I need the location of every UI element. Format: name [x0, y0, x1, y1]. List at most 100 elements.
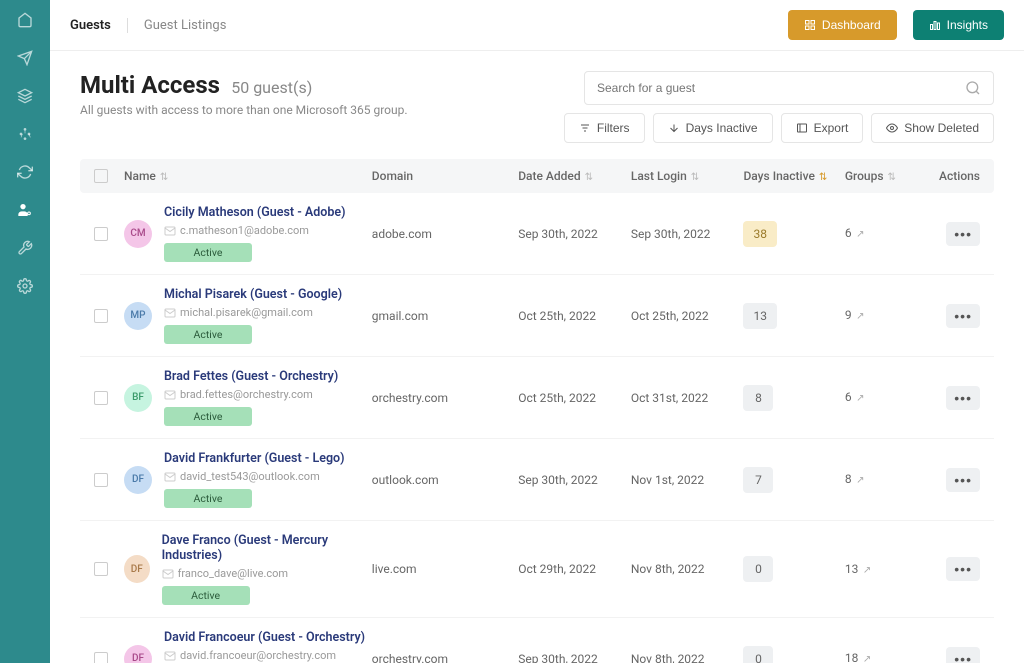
- breadcrumb-guests[interactable]: Guests: [70, 18, 111, 33]
- groups-link[interactable]: 8 ↗: [845, 472, 865, 486]
- date-added-cell: Sep 30th, 2022: [518, 227, 631, 241]
- tools-icon[interactable]: [15, 238, 35, 258]
- show-deleted-button[interactable]: Show Deleted: [871, 113, 994, 143]
- guest-name-link[interactable]: Michal Pisarek (Guest - Google): [164, 287, 342, 302]
- row-actions-button[interactable]: •••: [946, 468, 980, 492]
- avatar: CM: [124, 220, 152, 248]
- search-box[interactable]: [584, 71, 994, 105]
- status-badge: Active: [164, 489, 252, 508]
- row-actions-button[interactable]: •••: [946, 647, 980, 663]
- row-checkbox[interactable]: [94, 562, 108, 576]
- guest-count: 50 guest(s): [231, 78, 312, 97]
- guest-email: c.matheson1@adobe.com: [164, 224, 345, 237]
- column-date-added[interactable]: Date Added⇅: [518, 169, 631, 183]
- guest-email: brad.fettes@orchestry.com: [164, 388, 338, 401]
- send-icon[interactable]: [15, 48, 35, 68]
- guests-icon[interactable]: [15, 200, 35, 220]
- guest-name-link[interactable]: David Frankfurter (Guest - Lego): [164, 451, 345, 466]
- days-badge: 7: [743, 467, 773, 493]
- guest-email: david.francoeur@orchestry.com: [164, 649, 365, 662]
- page-title: Multi Access: [80, 71, 220, 99]
- table-row: DF David Francoeur (Guest - Orchestry) d…: [80, 618, 994, 663]
- groups-link[interactable]: 6 ↗: [845, 390, 865, 404]
- row-checkbox[interactable]: [94, 227, 108, 241]
- guest-name-link[interactable]: Cicily Matheson (Guest - Adobe): [164, 205, 345, 220]
- dashboard-button[interactable]: Dashboard: [788, 10, 897, 40]
- domain-cell: orchestry.com: [372, 391, 518, 405]
- domain-cell: orchestry.com: [372, 652, 518, 663]
- page-subtitle: All guests with access to more than one …: [80, 103, 408, 117]
- status-badge: Active: [164, 407, 252, 426]
- date-added-cell: Oct 25th, 2022: [518, 391, 631, 405]
- table-row: BF Brad Fettes (Guest - Orchestry) brad.…: [80, 357, 994, 439]
- date-added-cell: Sep 30th, 2022: [518, 652, 631, 663]
- layers-icon[interactable]: [15, 86, 35, 106]
- groups-link[interactable]: 6 ↗: [845, 226, 865, 240]
- groups-link[interactable]: 18 ↗: [845, 651, 871, 663]
- export-icon: [796, 122, 808, 134]
- guest-email: franco_dave@live.com: [162, 567, 372, 580]
- guest-email: michal.pisarek@gmail.com: [164, 306, 342, 319]
- arrow-down-icon: [668, 122, 680, 134]
- table-header: Name⇅ Domain Date Added⇅ Last Login⇅ Day…: [80, 159, 994, 193]
- last-login-cell: Oct 31st, 2022: [631, 391, 744, 405]
- days-badge: 0: [743, 646, 773, 663]
- row-actions-button[interactable]: •••: [946, 386, 980, 410]
- export-button[interactable]: Export: [781, 113, 864, 143]
- last-login-cell: Nov 8th, 2022: [631, 562, 744, 576]
- status-badge: Active: [164, 325, 252, 344]
- column-days-inactive[interactable]: Days Inactive⇅: [743, 169, 844, 183]
- row-checkbox[interactable]: [94, 652, 108, 663]
- insights-button[interactable]: Insights: [913, 10, 1004, 40]
- domain-cell: gmail.com: [372, 309, 518, 323]
- last-login-cell: Nov 1st, 2022: [631, 473, 744, 487]
- column-domain[interactable]: Domain: [372, 169, 518, 183]
- external-link-icon: ↗: [854, 475, 865, 486]
- column-last-login[interactable]: Last Login⇅: [631, 169, 744, 183]
- eye-icon: [886, 122, 898, 134]
- row-actions-button[interactable]: •••: [946, 304, 980, 328]
- avatar: DF: [124, 555, 150, 583]
- row-actions-button[interactable]: •••: [946, 222, 980, 246]
- select-all-checkbox[interactable]: [94, 169, 108, 183]
- dashboard-icon: [804, 19, 816, 31]
- days-inactive-button[interactable]: Days Inactive: [653, 113, 773, 143]
- row-actions-button[interactable]: •••: [946, 557, 980, 581]
- domain-cell: live.com: [372, 562, 518, 576]
- domain-cell: adobe.com: [372, 227, 518, 241]
- groups-link[interactable]: 13 ↗: [845, 562, 871, 576]
- gear-icon[interactable]: [15, 276, 35, 296]
- date-added-cell: Sep 30th, 2022: [518, 473, 631, 487]
- breadcrumb-listings[interactable]: Guest Listings: [127, 18, 227, 33]
- column-name[interactable]: Name⇅: [124, 169, 372, 183]
- org-icon[interactable]: [15, 124, 35, 144]
- external-link-icon: ↗: [854, 229, 865, 240]
- last-login-cell: Oct 25th, 2022: [631, 309, 744, 323]
- avatar: BF: [124, 384, 152, 412]
- mail-icon: [164, 389, 176, 401]
- days-badge: 8: [743, 385, 773, 411]
- avatar: DF: [124, 645, 152, 663]
- table-row: DF Dave Franco (Guest - Mercury Industri…: [80, 521, 994, 618]
- filters-button[interactable]: Filters: [564, 113, 645, 143]
- date-added-cell: Oct 29th, 2022: [518, 562, 631, 576]
- guest-name-link[interactable]: David Francoeur (Guest - Orchestry): [164, 630, 365, 645]
- row-checkbox[interactable]: [94, 391, 108, 405]
- row-checkbox[interactable]: [94, 309, 108, 323]
- refresh-icon[interactable]: [15, 162, 35, 182]
- mail-icon: [164, 225, 176, 237]
- guest-name-link[interactable]: Brad Fettes (Guest - Orchestry): [164, 369, 338, 384]
- table-row: DF David Frankfurter (Guest - Lego) davi…: [80, 439, 994, 521]
- domain-cell: outlook.com: [372, 473, 518, 487]
- column-groups[interactable]: Groups⇅: [845, 169, 924, 183]
- guest-email: david_test543@outlook.com: [164, 470, 345, 483]
- home-icon[interactable]: [15, 10, 35, 30]
- groups-link[interactable]: 9 ↗: [845, 308, 865, 322]
- external-link-icon: ↗: [860, 565, 871, 576]
- column-actions: Actions: [924, 169, 980, 183]
- search-input[interactable]: [597, 81, 957, 95]
- row-checkbox[interactable]: [94, 473, 108, 487]
- topbar: Guests Guest Listings Dashboard Insights: [50, 0, 1024, 51]
- guest-name-link[interactable]: Dave Franco (Guest - Mercury Industries): [162, 533, 372, 563]
- external-link-icon: ↗: [860, 654, 871, 663]
